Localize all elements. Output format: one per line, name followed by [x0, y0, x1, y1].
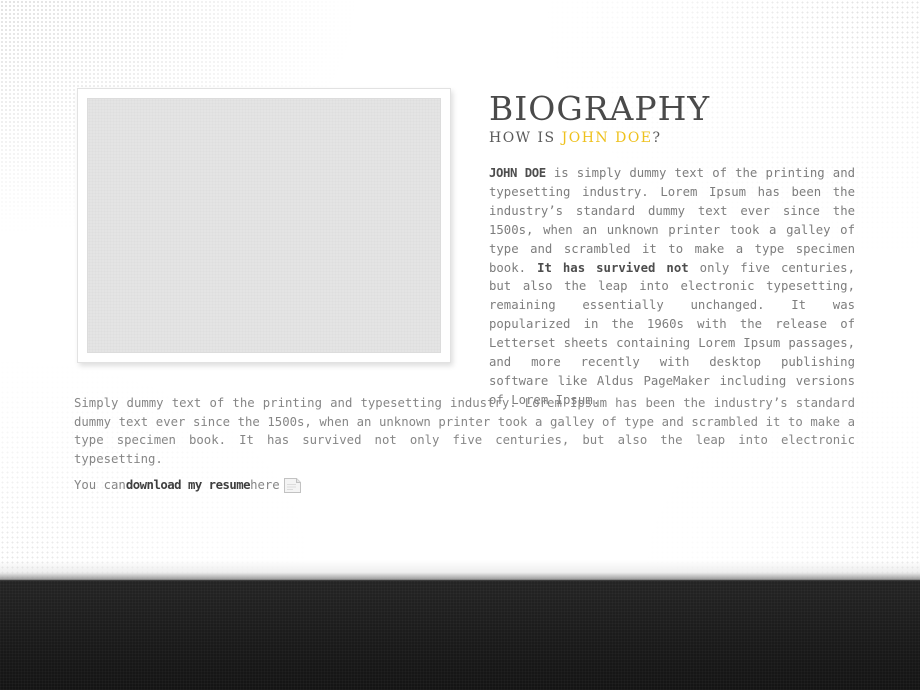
biography-lead-name: JOHN DOE	[489, 166, 546, 180]
document-download-icon[interactable]	[283, 477, 302, 494]
resume-prefix-text: You can	[74, 478, 126, 492]
subtitle-prefix: HOW IS	[489, 130, 562, 146]
photo-placeholder-image	[87, 98, 441, 353]
main-content: BIOGRAPHY HOW IS JOHN DOE? JOHN DOE is s…	[0, 0, 920, 580]
download-resume-link[interactable]: download my resume	[126, 476, 251, 494]
resume-suffix-text: here	[250, 478, 280, 492]
site-footer: JOHNDOE PROFESSIONAL PHOTOGRAPHER NATURE…	[0, 580, 920, 690]
biography-body-text: JOHN DOE is simply dummy text of the pri…	[489, 164, 855, 410]
page-title: BIOGRAPHY	[489, 89, 711, 128]
biography-emphasis-phrase: It has survived not	[537, 260, 689, 275]
subtitle-highlight-name: JOHN DOE	[561, 130, 653, 146]
secondary-paragraph: Simply dummy text of the printing and ty…	[74, 396, 855, 466]
subtitle-suffix: ?	[652, 130, 662, 146]
resume-download-line: You can download my resume here	[74, 476, 302, 494]
page-root: BIOGRAPHY HOW IS JOHN DOE? JOHN DOE is s…	[0, 0, 920, 690]
biography-body-part-one: is simply dummy text of the printing and…	[489, 166, 855, 275]
biography-body-part-two: only five centuries, but also the leap i…	[489, 260, 855, 407]
biography-section: BIOGRAPHY HOW IS JOHN DOE? JOHN DOE is s…	[489, 92, 855, 410]
portfolio-photo-frame[interactable]	[77, 88, 451, 363]
biography-subtitle: HOW IS JOHN DOE?	[489, 128, 855, 148]
